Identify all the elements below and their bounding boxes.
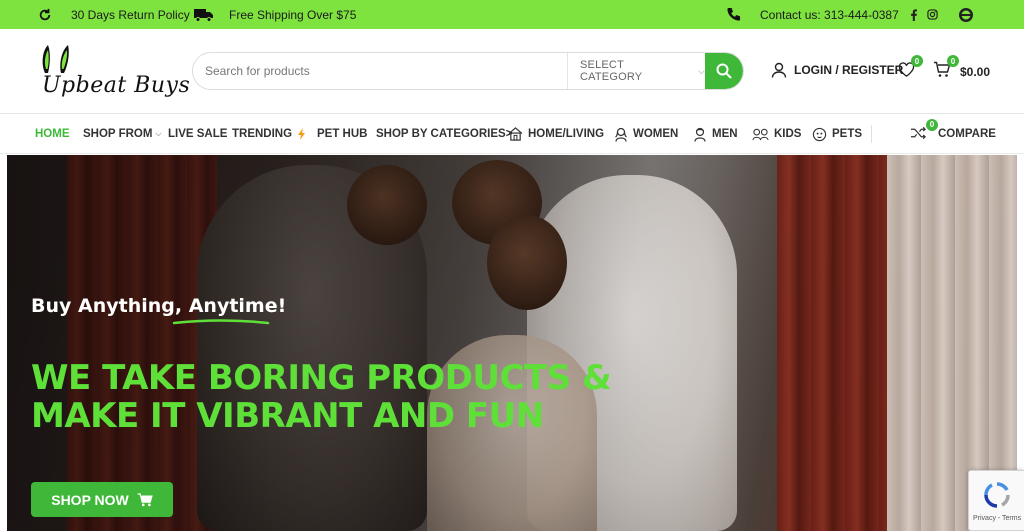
social-badge-link[interactable] [958,0,974,29]
pets-icon [812,127,827,141]
site-logo[interactable]: Upbeat Buys [36,43,190,103]
chevron-down-icon: ⌵ [697,65,705,76]
facebook-link[interactable] [910,0,918,29]
nav-item-label: HOME/LIVING [528,128,605,140]
contact-text: Contact us: 313-444-0387 [760,7,899,22]
nav-item-trending[interactable]: TRENDING [232,114,306,154]
shuffle-icon [910,126,926,139]
nav-item-pets[interactable]: PETS [812,114,862,154]
search-icon [716,63,732,79]
return-policy-text: 30 Days Return Policy [71,7,190,22]
nav-item-women[interactable]: WOMEN [614,114,678,154]
hero-tagline-emphasis: Anytime! [188,295,287,317]
cart-button[interactable]: 0 $0.00 [933,55,991,83]
nav-item-shop-by-categories[interactable]: SHOP BY CATEGORIES> [376,114,512,154]
nav-item-label: LIVE SALE [168,128,228,140]
contact[interactable]: Contact us: 313-444-0387 [726,0,899,29]
nav-item-pet-hub[interactable]: PET HUB [317,114,367,154]
hero-headline-line1: WE TAKE BORING PRODUCTS & [31,358,612,398]
shop-now-label: SHOP NOW [51,491,129,508]
recaptcha-icon [984,482,1010,508]
nav-item-label: WOMEN [633,128,679,140]
nav-item-label: KIDS [774,128,802,140]
cart-total: $0.00 [960,65,991,79]
shop-now-button[interactable]: SHOP NOW [31,482,173,517]
instagram-icon [927,9,938,20]
nav-item-label: SHOP BY CATEGORIES> [376,128,513,140]
instagram-link[interactable] [927,0,938,29]
truck-icon [194,8,213,22]
facebook-icon [911,8,917,21]
tagline-underline-icon [172,319,270,325]
hero-tagline-prefix: Buy Anything, [31,295,189,317]
wishlist-count-badge: 0 [911,55,923,67]
main-nav: HOME SHOP FROM ⌵ LIVE SALE TRENDING PET H… [0,114,1024,154]
nav-divider [871,125,872,143]
site-header: Upbeat Buys SELECT CATEGORY ⌵ LOGIN / RE… [0,29,1024,114]
man-icon [694,127,706,142]
user-icon [771,62,787,78]
login-register-link[interactable]: LOGIN / REGISTER [771,62,903,78]
category-select-label: SELECT CATEGORY [580,59,643,83]
nav-item-live-sale[interactable]: LIVE SALE [168,114,227,154]
compare-count-badge: 0 [926,118,938,131]
round-badge-icon [959,7,973,22]
return-policy: 30 Days Return Policy [38,0,190,29]
nav-item-label: HOME [35,128,70,140]
cart-icon-wrap: 0 [933,55,959,83]
phone-icon [727,7,741,21]
nav-item-shop-from[interactable]: SHOP FROM ⌵ [83,114,162,154]
recaptcha-links[interactable]: Privacy - Terms [973,515,1021,522]
free-shipping-text: Free Shipping Over $75 [229,7,357,22]
logo-text: Upbeat Buys [42,73,191,98]
nav-item-label: MEN [712,128,738,140]
nav-item-home-living[interactable]: HOME/LIVING [508,114,604,154]
refresh-icon [39,8,51,20]
hero-headline: WE TAKE BORING PRODUCTS & MAKE IT VIBRAN… [31,358,612,436]
category-select[interactable]: SELECT CATEGORY ⌵ [567,53,705,89]
search-button[interactable] [705,53,743,89]
logo-ears-icon [42,45,69,73]
nav-item-label: TRENDING [232,128,293,140]
hero-overlay [7,155,1017,531]
cart-count-badge: 0 [947,55,959,67]
woman-icon [615,127,627,142]
nav-item-label: PET HUB [317,128,368,140]
search-input[interactable] [193,53,567,89]
nav-item-home[interactable]: HOME [35,114,70,154]
chevron-down-icon: ⌵ [155,129,162,138]
nav-item-label: SHOP FROM [83,128,153,140]
house-icon [508,127,523,141]
hero-tagline: Buy Anything, Anytime! [31,295,286,317]
search-bar: SELECT CATEGORY ⌵ [192,52,744,90]
nav-item-label: PETS [832,128,863,140]
wishlist-button[interactable]: 0 [898,55,923,83]
login-register-label: LOGIN / REGISTER [794,63,904,77]
kids-icon [752,128,769,140]
compare-link[interactable]: 0 COMPARE [910,114,996,154]
hero-banner: Buy Anything, Anytime! WE TAKE BORING PR… [7,155,1017,531]
cart-icon [137,492,153,506]
top-bar: 30 Days Return Policy Free Shipping Over… [0,0,1024,29]
free-shipping: Free Shipping Over $75 [194,0,356,29]
compare-label: COMPARE [938,128,996,140]
lightning-icon [298,128,306,140]
compare-icon-wrap: 0 [910,118,938,143]
recaptcha-badge[interactable]: Privacy - Terms [968,470,1024,531]
nav-item-men[interactable]: MEN [693,114,738,154]
nav-item-kids[interactable]: KIDS [752,114,801,154]
hero-headline-line2: MAKE IT VIBRANT AND FUN [31,396,544,436]
